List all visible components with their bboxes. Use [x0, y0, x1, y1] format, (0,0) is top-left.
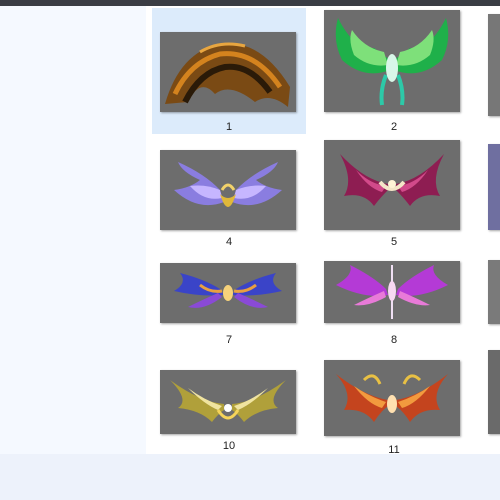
thumbnail-image [324, 140, 460, 230]
thumbnail-label: 11 [388, 444, 400, 454]
thumbnail-label: 5 [390, 236, 398, 248]
thumbnail-image [324, 261, 460, 323]
thumbnail-label: 4 [225, 236, 233, 248]
thumbnail-image [488, 260, 500, 324]
thumbnail-image [160, 263, 296, 323]
thumbnail-label: 1 [225, 121, 233, 133]
thumbnail-image [160, 32, 296, 112]
thumbnail-item[interactable]: 11 [317, 360, 471, 454]
sidebar-panel [0, 6, 146, 454]
thumbnail-label: 7 [225, 334, 233, 346]
thumbnail-image [324, 10, 460, 112]
thumbnail-item[interactable]: 1 [152, 8, 306, 134]
thumbnail-item[interactable]: 8 [317, 261, 471, 372]
thumbnail-image [160, 370, 296, 434]
status-bar [0, 454, 500, 500]
thumbnail-image [488, 14, 500, 116]
thumbnail-item[interactable]: 4 [152, 146, 306, 256]
thumbnail-image [488, 144, 500, 230]
thumbnail-label: 10 [222, 440, 236, 452]
thumbnail-image [488, 350, 500, 434]
thumbnail-label: 8 [390, 334, 398, 346]
thumbnail-image [160, 150, 296, 230]
thumbnail-item[interactable]: 10 [152, 368, 306, 454]
thumbnail-label: 2 [390, 121, 398, 133]
thumbnail-item[interactable]: 2 [317, 8, 471, 134]
thumbnail-item[interactable]: 5 [317, 140, 471, 256]
thumbnail-item[interactable]: 7 [152, 262, 306, 372]
thumbnail-grid[interactable]: 1 2 4 5 7 8 10 11 [146, 6, 500, 454]
thumbnail-image [324, 360, 460, 436]
